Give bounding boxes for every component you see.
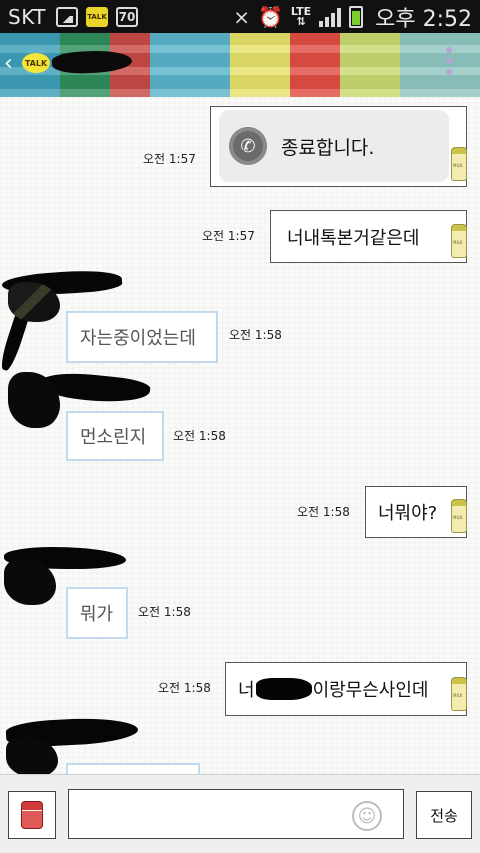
menu-icon[interactable] — [446, 47, 452, 75]
outgoing-message[interactable]: 너 이랑무슨사인데 — [225, 662, 467, 716]
message-text: 종료합니다. — [281, 136, 375, 159]
signal-icon — [319, 7, 342, 27]
message-text: 너내톡본거같은데 — [287, 227, 420, 249]
attach-button[interactable] — [8, 791, 56, 839]
emoticon-icon[interactable]: ☺ — [352, 801, 382, 831]
milk-avatar-icon — [451, 147, 467, 181]
network-type: LTE ⇅ — [290, 4, 312, 28]
message-text: 너뭐야? — [378, 503, 438, 524]
message-timestamp: 오전 1:58 — [138, 605, 191, 619]
message-timestamp: 오전 1:57 — [143, 152, 196, 166]
kakaotalk-logo-icon: TALK — [22, 53, 50, 73]
message-text-part: 이랑무슨사인데 — [312, 680, 429, 701]
jam-jar-icon — [21, 801, 43, 829]
message-text: 먼소린지 — [80, 427, 147, 448]
message-timestamp: 오전 1:57 — [202, 229, 255, 243]
carrier-label: SKT — [8, 4, 46, 29]
send-button[interactable]: 전송 — [416, 791, 472, 839]
call-ended-bubble[interactable]: ✆ 종료합니다. — [210, 106, 467, 187]
battery-icon — [349, 5, 364, 28]
back-arrow-icon[interactable]: ‹ — [4, 51, 13, 76]
message-timestamp: 오전 1:58 — [158, 681, 211, 695]
incoming-message[interactable]: 자는중이었는데 — [66, 311, 218, 363]
message-timestamp: 오전 1:58 — [297, 505, 350, 519]
milk-avatar-icon — [451, 499, 467, 533]
message-text: 자는중이었는데 — [80, 328, 196, 349]
message-text-part: 너 — [238, 680, 255, 701]
milk-avatar-icon — [451, 224, 467, 258]
outgoing-message[interactable]: 너내톡본거같은데 — [270, 210, 467, 263]
app-70-icon: 70 — [115, 6, 138, 27]
incoming-message[interactable]: 뭐가 — [66, 587, 128, 639]
message-timestamp: 오전 1:58 — [229, 328, 282, 342]
message-timestamp: 오전 1:58 — [173, 429, 226, 443]
redaction-scribble — [255, 678, 312, 700]
status-bar: SKT TALK 70 ⨯ ⏰ LTE ⇅ 오후 2:52 — [0, 0, 480, 33]
clock: 오후 2:52 — [375, 6, 472, 32]
gallery-icon — [55, 6, 78, 27]
phone-call-icon: ✆ — [229, 127, 267, 165]
incoming-message[interactable] — [66, 763, 200, 774]
incoming-message[interactable]: 먼소린지 — [66, 411, 164, 461]
alarm-icon: ⏰ — [257, 4, 283, 29]
milk-avatar-icon — [451, 677, 467, 711]
mute-icon: ⨯ — [233, 4, 250, 29]
chat-area[interactable]: 오전 1:57 ✆ 종료합니다. 오전 1:57 너내톡본거같은데 자는중이었는… — [0, 97, 480, 774]
redacted-chat-name — [51, 48, 133, 76]
chat-header: ‹ TALK — [0, 33, 480, 97]
input-bar: ☺ 전송 — [0, 774, 480, 853]
kakaotalk-icon: TALK — [85, 6, 108, 27]
message-text: 뭐가 — [80, 604, 114, 625]
